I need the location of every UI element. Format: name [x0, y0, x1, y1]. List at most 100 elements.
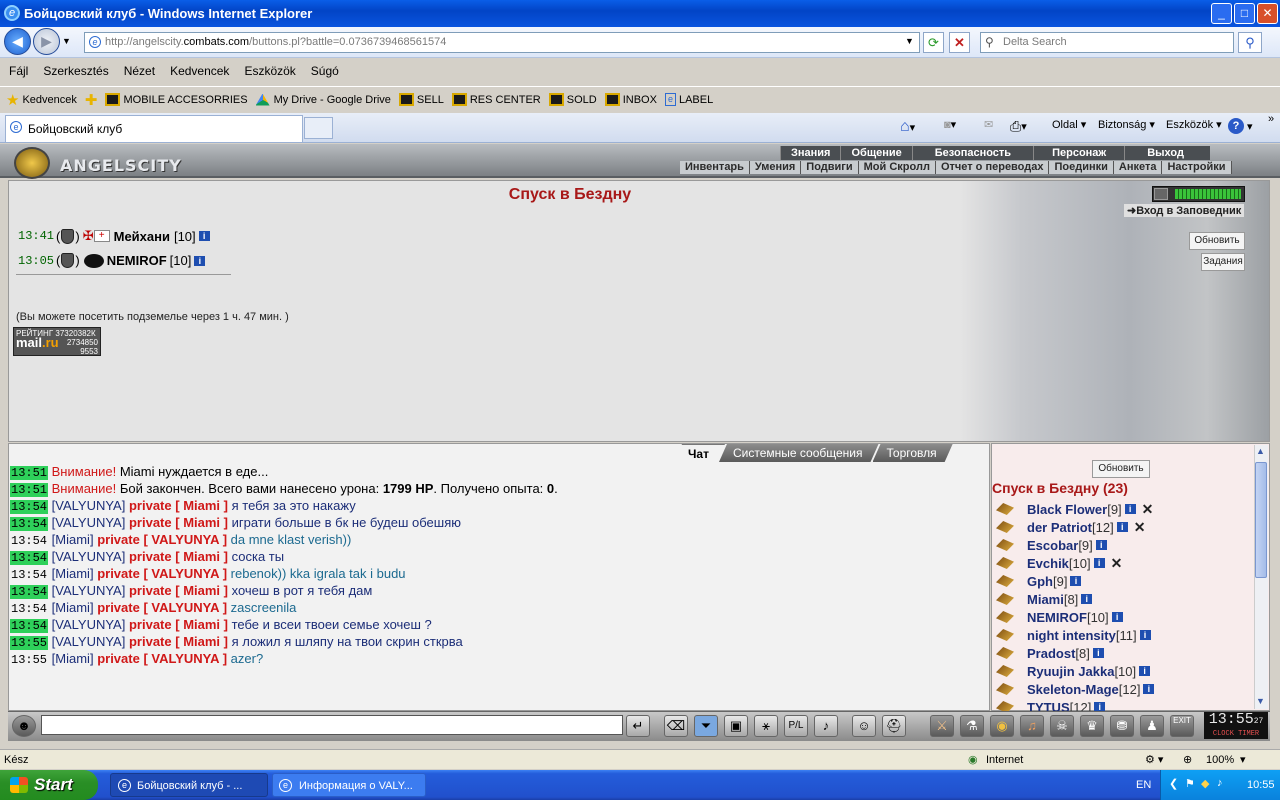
player-name[interactable]: Escobar — [1027, 538, 1078, 553]
fav-google-drive[interactable]: My Drive - Google Drive — [255, 93, 391, 106]
exit-icon[interactable]: EXIT — [1170, 715, 1194, 737]
minimize-button[interactable]: _ — [1211, 3, 1232, 24]
stop-icon[interactable]: ✕ — [949, 32, 970, 53]
search-go-icon[interactable]: ⚲ — [1238, 32, 1262, 53]
player-name[interactable]: Miami — [1027, 592, 1064, 607]
chat-recipient[interactable]: Miami — [183, 617, 220, 632]
menu-tools[interactable]: Eszközök — [244, 64, 295, 78]
taskbar-item-fightclub[interactable]: Бойцовский клуб - ... — [110, 773, 268, 797]
player-name[interactable]: Skeleton-Mage — [1027, 682, 1119, 697]
refresh-button[interactable]: Обновить — [1189, 232, 1245, 250]
search-input[interactable]: Delta Search — [980, 32, 1234, 53]
chat-recipient[interactable]: Miami — [183, 549, 220, 564]
add-favorite-icon[interactable]: ✚ — [85, 91, 98, 109]
scrollbar-thumb[interactable] — [1255, 462, 1267, 578]
nav-exit[interactable]: Выход — [1124, 146, 1210, 160]
group-member-name[interactable]: NEMIROF — [107, 253, 167, 268]
language-indicator[interactable]: EN — [1136, 779, 1151, 791]
action-group-icon[interactable]: ♟ — [1140, 715, 1164, 737]
chat-sender[interactable]: Miami — [55, 532, 90, 547]
tray-network-icon[interactable]: ⚑ — [1185, 777, 1195, 790]
sound-icon[interactable]: ♪ — [814, 715, 838, 737]
attack-icon[interactable] — [996, 647, 1014, 659]
menu-edit[interactable]: Szerkesztés — [43, 64, 108, 78]
chat-sender[interactable]: VALYUNYA — [55, 634, 121, 649]
player-name[interactable]: night intensity — [1027, 628, 1116, 643]
nav-battles[interactable]: Поединки — [1049, 161, 1114, 174]
chat-recipient[interactable]: VALYUNYA — [151, 600, 219, 615]
menu-help[interactable]: Súgó — [311, 64, 339, 78]
chat-sender[interactable]: Miami — [55, 566, 90, 581]
save-icon[interactable]: ▣ — [724, 715, 748, 737]
info-icon[interactable]: i — [1070, 576, 1082, 586]
chat-recipient[interactable]: VALYUNYA — [151, 651, 219, 666]
player-name[interactable]: der Patriot — [1027, 520, 1092, 535]
player-name[interactable]: Black Flower — [1027, 502, 1107, 517]
enter-reserve-link[interactable]: ➜Вход в Заповедник — [1124, 204, 1245, 217]
nav-achievements[interactable]: Подвиги — [801, 161, 859, 174]
tab-trade[interactable]: Торговля — [873, 444, 953, 462]
toolbar-overflow-icon[interactable]: » — [1268, 113, 1274, 125]
smiley-icon[interactable]: ☺ — [852, 715, 876, 737]
zoom-icon[interactable]: ⊕ — [1183, 753, 1192, 766]
address-dropdown-chevron-icon[interactable]: ▼ — [905, 36, 914, 46]
print-icon[interactable]: ⎙ ▾ — [1010, 118, 1027, 135]
action-sword-icon[interactable]: ⚔ — [930, 715, 954, 737]
chat-sender[interactable]: VALYUNYA — [55, 617, 121, 632]
attack-icon[interactable] — [996, 521, 1014, 533]
fav-res-center[interactable]: RES CENTER — [451, 93, 541, 106]
scroll-up-icon[interactable]: ▲ — [1256, 446, 1265, 456]
attack-icon[interactable] — [996, 539, 1014, 551]
helmet-icon[interactable]: ⛑ — [882, 715, 906, 737]
nav-my-scroll[interactable]: Мой Скролл — [859, 161, 936, 174]
address-input[interactable]: http://angelscity.combats.com/buttons.pl… — [84, 32, 920, 53]
walk-icon[interactable]: ⚹ — [754, 715, 778, 737]
info-icon[interactable]: i — [1111, 612, 1123, 622]
info-icon[interactable]: i — [1124, 504, 1136, 514]
menu-favorites[interactable]: Kedvencek — [170, 64, 229, 78]
nav-knowledge[interactable]: Знания — [780, 146, 840, 160]
player-name[interactable]: Gph — [1027, 574, 1053, 589]
home-icon[interactable]: ⌂ ▾ — [900, 118, 915, 136]
zoom-chevron-icon[interactable]: ▾ — [1240, 753, 1246, 766]
action-gold-icon[interactable]: ◉ — [990, 715, 1014, 737]
chat-sender[interactable]: VALYUNYA — [55, 498, 121, 513]
tab-chat[interactable]: Чат — [674, 444, 725, 462]
fav-sold[interactable]: SOLD — [548, 93, 597, 106]
attack-icon[interactable] — [996, 575, 1014, 587]
recent-pages-chevron-icon[interactable]: ▼ — [62, 36, 71, 46]
nav-settings[interactable]: Настройки — [1162, 161, 1232, 174]
send-icon[interactable]: ↵ — [626, 715, 650, 737]
nav-communication[interactable]: Общение — [840, 146, 911, 160]
close-icon[interactable]: ✕ — [1111, 555, 1123, 572]
menu-file[interactable]: Fájl — [9, 64, 28, 78]
help-menu[interactable]: ? ▾ — [1228, 118, 1253, 134]
maximize-button[interactable]: □ — [1234, 3, 1255, 24]
attack-icon[interactable] — [996, 683, 1014, 695]
action-note-icon[interactable]: ♫ — [1020, 715, 1044, 737]
attack-icon[interactable] — [996, 503, 1014, 515]
scroll-down-icon[interactable]: ▼ — [1256, 696, 1265, 706]
player-name[interactable]: NEMIROF — [1027, 610, 1087, 625]
tools-menu[interactable]: Eszközök ▾ — [1166, 118, 1222, 132]
info-icon[interactable]: i — [1139, 666, 1151, 676]
chat-sender[interactable]: Miami — [55, 651, 90, 666]
browser-tab-active[interactable]: Бойцовский клуб — [5, 115, 303, 142]
tray-shield-icon[interactable]: ◆ — [1201, 777, 1209, 790]
action-skull-icon[interactable]: ☠ — [1050, 715, 1074, 737]
zoom-level[interactable]: 100% — [1206, 754, 1234, 766]
chat-sender[interactable]: Miami — [55, 600, 90, 615]
close-icon[interactable]: ✕ — [1142, 501, 1154, 518]
protected-mode-icon[interactable]: ⚙ ▾ — [1145, 753, 1163, 766]
info-icon[interactable]: i — [1143, 684, 1155, 694]
nav-profile[interactable]: Анкета — [1114, 161, 1163, 174]
info-icon[interactable]: i — [198, 231, 210, 241]
chat-recipient[interactable]: VALYUNYA — [151, 532, 219, 547]
chat-recipient[interactable]: Miami — [183, 498, 220, 513]
attack-icon[interactable] — [996, 557, 1014, 569]
mailru-counter[interactable]: РЕЙТИНГ 37320382К mail.ru 2734850 9553 — [13, 327, 101, 356]
nav-security[interactable]: Безопасность — [911, 146, 1033, 160]
back-button[interactable]: ◀ — [4, 28, 31, 55]
chat-recipient[interactable]: Miami — [183, 515, 220, 530]
player-name[interactable]: Pradost — [1027, 646, 1075, 661]
